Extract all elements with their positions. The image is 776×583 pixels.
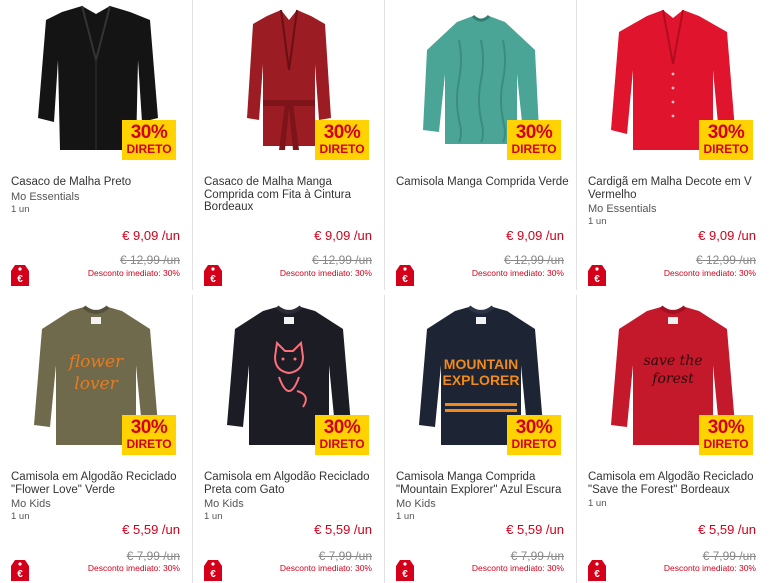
discount-text: Desconto imediato: 30% xyxy=(471,268,564,278)
price-tag-icon: € xyxy=(204,265,222,286)
print-text: EXPLORER xyxy=(442,372,519,388)
price-tag-icon: € xyxy=(588,560,606,581)
product-card[interactable]: 30% DIRETO Cardigã em Malha Decote em V V… xyxy=(576,0,768,290)
discount-text: Desconto imediato: 30% xyxy=(279,268,372,278)
product-brand: Mo Essentials xyxy=(11,191,80,203)
product-price: € 9,09 /un xyxy=(698,228,756,243)
print-text: flower xyxy=(67,352,124,372)
product-unit: 1 un xyxy=(588,216,607,227)
product-price: € 9,09 /un xyxy=(122,228,180,243)
svg-text:€: € xyxy=(210,569,216,580)
discount-badge: 30% DIRETO xyxy=(315,415,369,455)
product-name[interactable]: Camisola Manga Comprida Verde xyxy=(396,176,572,189)
product-card[interactable]: 30% DIRETO Camisola em Algodão Reciclado … xyxy=(192,295,384,583)
price-tag-icon: € xyxy=(588,265,606,286)
product-card[interactable]: MOUNTAIN EXPLORER 30% DIRETO Camisola Man… xyxy=(384,295,576,583)
product-name[interactable]: Cardigã em Malha Decote em V Vermelho xyxy=(588,176,764,201)
product-card[interactable]: save the forest 30% DIRETO Camisola em Al… xyxy=(576,295,768,583)
product-name[interactable]: Casaco de Malha Manga Comprida com Fita … xyxy=(204,176,380,214)
old-price: € 7,99 /un xyxy=(318,549,372,563)
old-price: € 7,99 /un xyxy=(126,549,180,563)
product-brand: Mo Kids xyxy=(204,498,244,510)
price-tag-icon: € xyxy=(11,265,29,286)
svg-text:€: € xyxy=(594,569,600,580)
discount-badge: 30% DIRETO xyxy=(699,415,753,455)
product-name[interactable]: Camisola em Algodão Reciclado "Flower Lo… xyxy=(11,471,187,496)
print-text: forest xyxy=(651,371,694,387)
price-tag-icon: € xyxy=(396,265,414,286)
product-card[interactable]: 30% DIRETO Camisola Manga Comprida Verde … xyxy=(384,0,576,290)
svg-text:€: € xyxy=(17,569,23,580)
old-price: € 12,99 /un xyxy=(695,253,756,267)
product-name[interactable]: Camisola Manga Comprida "Mountain Explor… xyxy=(396,471,572,496)
svg-text:€: € xyxy=(402,274,408,285)
discount-text: Desconto imediato: 30% xyxy=(87,268,180,278)
discount-badge: 30% DIRETO xyxy=(699,120,753,160)
product-grid: 30% DIRETO Casaco de Malha Preto Mo Essen… xyxy=(0,0,776,583)
product-price: € 5,59 /un xyxy=(698,522,756,537)
discount-text: Desconto imediato: 30% xyxy=(663,563,756,573)
discount-text: Desconto imediato: 30% xyxy=(87,563,180,573)
discount-badge: 30% DIRETO xyxy=(122,415,176,455)
product-card[interactable]: 30% DIRETO Casaco de Malha Manga Comprida… xyxy=(192,0,384,290)
product-unit: 1 un xyxy=(11,511,30,522)
discount-badge: 30% DIRETO xyxy=(315,120,369,160)
price-tag-icon: € xyxy=(11,560,29,581)
product-brand: Mo Essentials xyxy=(588,203,657,215)
product-unit: 1 un xyxy=(396,511,415,522)
product-brand: Mo Kids xyxy=(396,498,436,510)
price-tag-icon: € xyxy=(204,560,222,581)
product-price: € 9,09 /un xyxy=(506,228,564,243)
product-unit: 1 un xyxy=(11,204,30,215)
product-unit: 1 un xyxy=(204,511,223,522)
product-price: € 5,59 /un xyxy=(314,522,372,537)
discount-badge: 30% DIRETO xyxy=(507,415,561,455)
svg-text:€: € xyxy=(17,274,23,285)
svg-text:€: € xyxy=(402,569,408,580)
old-price: € 7,99 /un xyxy=(510,549,564,563)
product-name[interactable]: Casaco de Malha Preto xyxy=(11,176,187,189)
product-brand: Mo Kids xyxy=(11,498,51,510)
product-name[interactable]: Camisola em Algodão Reciclado "Save the … xyxy=(588,471,764,496)
discount-text: Desconto imediato: 30% xyxy=(471,563,564,573)
product-price: € 5,59 /un xyxy=(506,522,564,537)
svg-text:€: € xyxy=(210,274,216,285)
print-text: lover xyxy=(74,374,118,394)
discount-text: Desconto imediato: 30% xyxy=(663,268,756,278)
print-text: MOUNTAIN xyxy=(444,356,518,372)
product-card[interactable]: 30% DIRETO Casaco de Malha Preto Mo Essen… xyxy=(0,0,192,290)
discount-badge: 30% DIRETO xyxy=(507,120,561,160)
old-price: € 12,99 /un xyxy=(503,253,564,267)
product-card[interactable]: flower lover 30% DIRETO Camisola em Algod… xyxy=(0,295,192,583)
old-price: € 7,99 /un xyxy=(702,549,756,563)
old-price: € 12,99 /un xyxy=(119,253,180,267)
product-price: € 5,59 /un xyxy=(122,522,180,537)
product-price: € 9,09 /un xyxy=(314,228,372,243)
print-text: save the xyxy=(643,353,702,369)
discount-badge: 30% DIRETO xyxy=(122,120,176,160)
old-price: € 12,99 /un xyxy=(311,253,372,267)
product-unit: 1 un xyxy=(588,498,607,509)
svg-text:€: € xyxy=(594,274,600,285)
discount-text: Desconto imediato: 30% xyxy=(279,563,372,573)
price-tag-icon: € xyxy=(396,560,414,581)
product-name[interactable]: Camisola em Algodão Reciclado Preta com … xyxy=(204,471,380,496)
